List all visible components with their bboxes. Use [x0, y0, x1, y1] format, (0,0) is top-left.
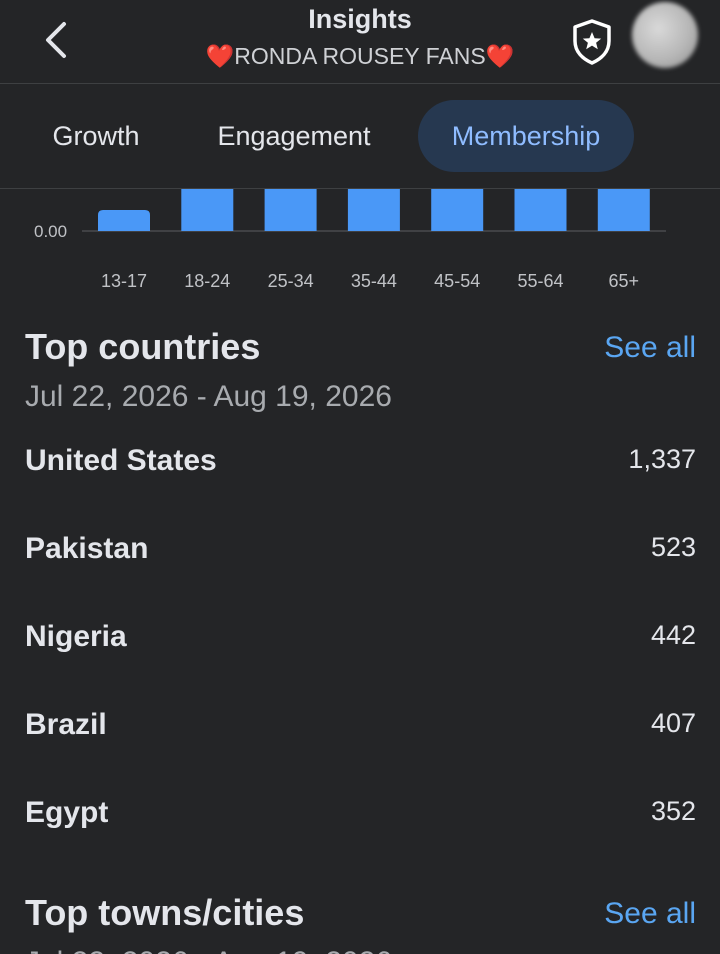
country-name: Nigeria — [25, 620, 127, 653]
tab-growth[interactable]: Growth — [32, 100, 160, 172]
chart-bar — [98, 210, 150, 231]
title-block: Insights ❤️RONDA ROUSEY FANS❤️ — [160, 2, 560, 72]
list-item: Egypt 352 — [0, 796, 720, 856]
admin-shield-button[interactable] — [568, 18, 616, 66]
chart-bar — [597, 189, 650, 231]
app-header: Insights ❤️RONDA ROUSEY FANS❤️ — [0, 0, 720, 84]
country-name: Pakistan — [25, 532, 149, 565]
list-item: Pakistan 523 — [0, 532, 720, 592]
x-tick-label: 25-34 — [268, 271, 314, 291]
x-tick-label: 65+ — [609, 271, 640, 291]
list-item: Brazil 407 — [0, 708, 720, 768]
tab-engagement[interactable]: Engagement — [196, 100, 392, 172]
top-countries-date-range: Jul 22, 2026 - Aug 19, 2026 — [25, 380, 392, 413]
country-name: Brazil — [25, 708, 107, 741]
x-tick-label: 35-44 — [351, 271, 397, 291]
chart-bar — [181, 189, 234, 231]
x-tick-label: 13-17 — [101, 271, 147, 291]
back-button[interactable] — [34, 16, 78, 64]
avatar[interactable] — [632, 2, 698, 68]
age-chart: 0.00 13-17 18-24 25-34 35-44 45-54 55-64 65+ — [0, 189, 720, 309]
country-count: 352 — [650, 796, 696, 826]
x-tick-label: 55-64 — [517, 271, 563, 291]
y-tick-label: 0.00 — [34, 222, 67, 241]
top-towns-title: Top towns/cities — [25, 892, 305, 933]
country-count: 407 — [650, 708, 696, 738]
country-name: United States — [25, 444, 217, 477]
country-count: 523 — [650, 532, 696, 562]
chart-bar — [347, 189, 400, 231]
country-count: 1,337 — [628, 444, 696, 474]
top-countries-title: Top countries — [25, 326, 261, 367]
insights-tabs: Growth Engagement Membership — [0, 84, 720, 189]
x-tick-label: 18-24 — [184, 271, 230, 291]
top-towns-see-all-link[interactable]: See all — [604, 897, 696, 931]
chart-bar — [431, 189, 484, 231]
shield-star-icon — [573, 19, 611, 65]
top-countries-see-all-link[interactable]: See all — [604, 331, 696, 365]
country-count: 442 — [650, 620, 696, 650]
page-title: Insights — [308, 4, 412, 34]
chevron-left-icon — [46, 22, 66, 58]
x-tick-label: 45-54 — [434, 271, 480, 291]
list-item: United States 1,337 — [0, 444, 720, 504]
age-bar-chart: 0.00 13-17 18-24 25-34 35-44 45-54 55-64 65+ — [34, 189, 666, 291]
country-name: Egypt — [25, 796, 109, 829]
list-item: Nigeria 442 — [0, 620, 720, 680]
top-towns-date-range: Jul 22, 2026 - Aug 19, 2026 — [25, 946, 392, 954]
chart-bar — [264, 189, 317, 231]
chart-bar — [514, 189, 567, 231]
group-name: ❤️RONDA ROUSEY FANS❤️ — [205, 43, 515, 69]
tab-membership[interactable]: Membership — [418, 100, 634, 172]
